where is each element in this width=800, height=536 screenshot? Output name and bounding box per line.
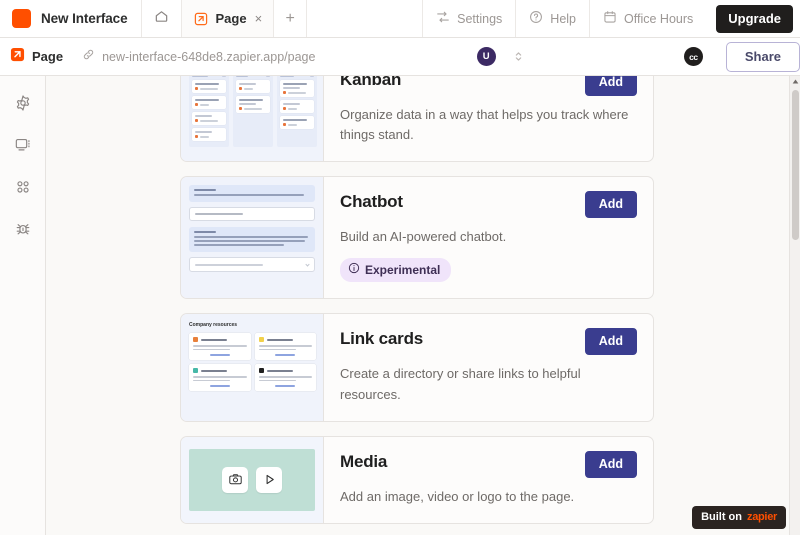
top-bar: New Interface Page × + Settings Help Off… bbox=[0, 0, 800, 38]
sliders-icon bbox=[436, 10, 450, 27]
info-icon bbox=[348, 262, 360, 277]
tab-page[interactable]: Page × bbox=[182, 0, 275, 37]
experimental-label: Experimental bbox=[365, 262, 441, 277]
chevron-updown-icon[interactable] bbox=[514, 50, 523, 63]
page-chip[interactable]: Page bbox=[10, 47, 63, 67]
card-head: Media Add bbox=[340, 450, 637, 478]
built-on-zapier-badge[interactable]: Built on zapier bbox=[692, 506, 786, 529]
tab-strip: Page × + bbox=[182, 0, 422, 37]
close-icon[interactable]: × bbox=[254, 12, 263, 25]
media-mockup bbox=[189, 448, 315, 511]
block-card-link-cards[interactable]: Company resources Link cards Add Create … bbox=[180, 313, 654, 422]
card-description: Organize data in a way that helps you tr… bbox=[340, 107, 629, 143]
sidebar-item-components[interactable] bbox=[9, 176, 37, 202]
add-button-chatbot[interactable]: Add bbox=[584, 191, 637, 219]
kanban-mockup-columns bbox=[189, 76, 317, 147]
panel-scroll: My tasks bbox=[46, 76, 790, 524]
card-head: Kanban Add bbox=[340, 76, 637, 96]
card-description: Build an AI-powered chatbot. bbox=[340, 229, 507, 245]
card-description: Create a directory or share links to hel… bbox=[340, 366, 581, 402]
block-picker-panel: My tasks bbox=[46, 76, 800, 535]
add-button-media[interactable]: Add bbox=[584, 450, 637, 478]
play-icon bbox=[256, 466, 282, 493]
vertical-scrollbar[interactable] bbox=[789, 76, 800, 535]
camera-icon bbox=[222, 466, 248, 493]
status-badge-experimental: Experimental bbox=[340, 258, 452, 283]
zapier-wordmark: zapier bbox=[747, 511, 777, 523]
page-url: new-interface-648de8.zapier.app/page bbox=[102, 49, 316, 64]
card-main: Media Add Add an image, video or logo to… bbox=[324, 437, 653, 523]
scrollbar-thumb[interactable] bbox=[792, 90, 799, 240]
office-hours-label: Office Hours bbox=[624, 11, 694, 26]
card-title: Media bbox=[340, 451, 388, 471]
sidebar-item-settings[interactable] bbox=[9, 92, 37, 118]
calendar-icon bbox=[603, 10, 617, 27]
url-group[interactable]: new-interface-648de8.zapier.app/page bbox=[82, 48, 315, 66]
card-main: Chatbot Add Build an AI-powered chatbot.… bbox=[324, 177, 653, 298]
card-description: Add an image, video or logo to the page. bbox=[340, 488, 575, 504]
help-button[interactable]: Help bbox=[515, 0, 589, 37]
cc-badge[interactable]: cc bbox=[683, 47, 703, 66]
chatbot-preview-thumbnail bbox=[181, 177, 324, 299]
chatbot-mockup bbox=[181, 177, 323, 278]
kanban-mockup: My tasks bbox=[181, 76, 323, 153]
kanban-mockup-column bbox=[189, 76, 229, 147]
tab-label: Page bbox=[215, 11, 247, 26]
page-chip-label: Page bbox=[32, 49, 64, 64]
brand: New Interface bbox=[0, 0, 143, 37]
settings-label: Settings bbox=[457, 11, 503, 26]
office-hours-button[interactable]: Office Hours bbox=[589, 0, 706, 37]
kanban-preview-thumbnail: My tasks bbox=[181, 76, 324, 162]
avatar[interactable]: U bbox=[476, 47, 496, 66]
kanban-mockup-column bbox=[233, 76, 273, 147]
page-icon bbox=[10, 47, 25, 67]
display-icon bbox=[14, 136, 32, 159]
grid-blocks-icon bbox=[14, 178, 32, 201]
home-icon bbox=[154, 9, 169, 29]
add-tab-button[interactable]: + bbox=[274, 0, 308, 37]
add-button-link-cards[interactable]: Add bbox=[584, 328, 637, 356]
block-card-chatbot[interactable]: Chatbot Add Build an AI-powered chatbot.… bbox=[180, 176, 654, 300]
linkcards-preview-thumbnail: Company resources bbox=[181, 314, 324, 421]
question-circle-icon bbox=[529, 10, 543, 27]
linkcards-mockup: Company resources bbox=[181, 314, 323, 397]
settings-button[interactable]: Settings bbox=[422, 0, 515, 37]
sidebar-item-page-layout[interactable] bbox=[9, 134, 37, 160]
page-icon bbox=[193, 11, 208, 26]
card-title: Link cards bbox=[340, 329, 424, 349]
add-button-kanban[interactable]: Add bbox=[584, 76, 637, 96]
sidebar-item-debug[interactable] bbox=[9, 218, 37, 244]
sub-bar: Page new-interface-648de8.zapier.app/pag… bbox=[0, 38, 800, 76]
block-card-media[interactable]: Media Add Add an image, video or logo to… bbox=[180, 435, 654, 524]
linkcards-mockup-grid bbox=[189, 333, 316, 392]
bug-icon bbox=[14, 220, 32, 243]
help-label: Help bbox=[550, 11, 577, 26]
share-button[interactable]: Share bbox=[725, 41, 800, 72]
card-title: Chatbot bbox=[340, 192, 403, 212]
home-button[interactable] bbox=[142, 0, 183, 37]
brand-name: New Interface bbox=[41, 11, 128, 26]
card-title: Kanban bbox=[340, 76, 402, 89]
kanban-mockup-column bbox=[277, 76, 317, 147]
built-on-label: Built on bbox=[701, 511, 742, 523]
left-rail bbox=[0, 76, 46, 535]
linkcards-mockup-title: Company resources bbox=[189, 322, 238, 329]
upgrade-button[interactable]: Upgrade bbox=[716, 4, 793, 33]
block-card-kanban[interactable]: My tasks bbox=[180, 76, 654, 163]
media-preview-thumbnail bbox=[181, 436, 324, 523]
upgrade-wrap: Upgrade bbox=[706, 0, 800, 37]
scroll-up-arrow-icon[interactable] bbox=[790, 76, 800, 87]
top-bar-actions: Settings Help Office Hours Upgrade bbox=[422, 0, 800, 37]
body-area: My tasks bbox=[0, 76, 800, 535]
gear-icon bbox=[14, 94, 32, 117]
card-head: Chatbot Add bbox=[340, 191, 637, 219]
link-icon bbox=[82, 48, 95, 66]
card-head: Link cards Add bbox=[340, 328, 637, 356]
card-main: Kanban Add Organize data in a way that h… bbox=[324, 76, 653, 161]
card-main: Link cards Add Create a directory or sha… bbox=[324, 314, 653, 420]
brand-logo-icon bbox=[12, 9, 31, 28]
